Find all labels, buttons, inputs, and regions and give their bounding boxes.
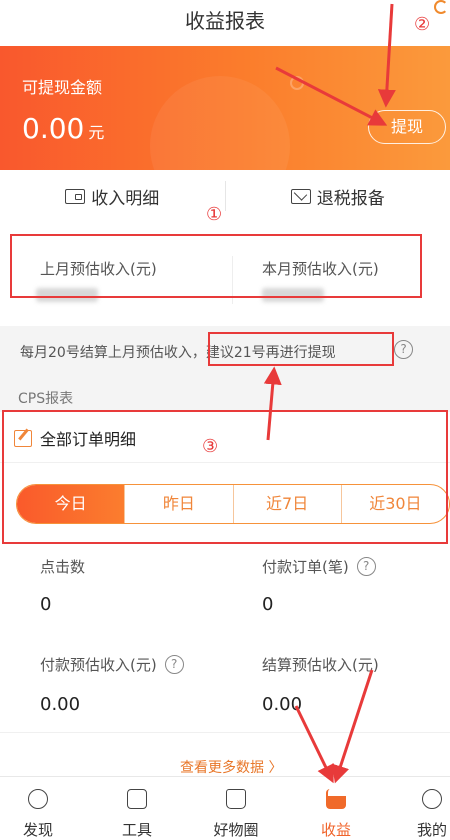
clicks-label: 点击数 [40, 556, 85, 577]
paid-orders-value: 0 [262, 594, 274, 615]
page-title: 收益报表 [185, 9, 265, 33]
profile-icon [422, 789, 442, 809]
withdrawable-amount: 0.00 元 [22, 112, 104, 145]
help-icon[interactable]: ? [164, 655, 184, 674]
clicks-value: 0 [40, 594, 52, 615]
wallet-icon [65, 188, 86, 204]
paid-orders-label: 付款订单(笔)? [262, 556, 376, 577]
income-details-label: 收入明细 [91, 188, 160, 209]
tab-tools-label: 工具 [121, 821, 152, 839]
tab-goods-circle[interactable]: 好物圈 [196, 777, 276, 840]
amount-unit: 元 [88, 123, 105, 142]
annotation-box-estimates [10, 234, 422, 298]
settle-estimate-value: 0.00 [262, 694, 303, 715]
tab-discover[interactable]: 发现 [0, 777, 78, 840]
section-label-cps: CPS报表 [18, 391, 74, 407]
paid-estimate-label-text: 付款预估收入(元) [40, 656, 157, 674]
tab-profile[interactable]: 我的 [392, 777, 450, 840]
income-details-link[interactable]: 收入明细 [0, 184, 225, 209]
withdraw-button[interactable]: 提现 [368, 110, 446, 144]
tab-earnings-label: 收益 [320, 821, 351, 839]
tax-report-link[interactable]: 退税报备 [226, 184, 450, 209]
bag-icon [226, 789, 246, 809]
mail-icon [290, 188, 311, 204]
decor-ring [290, 76, 304, 90]
tab-discover-label: 发现 [22, 821, 53, 839]
paid-estimate-label: 付款预估收入(元)? [40, 654, 184, 675]
annotation-number-3: ③ [202, 436, 219, 457]
help-icon[interactable]: ? [356, 557, 376, 576]
top-bar: 收益报表 [0, 0, 450, 46]
chart-icon [326, 789, 346, 809]
tax-report-label: 退税报备 [316, 188, 385, 209]
annotation-number-2: ② [414, 14, 431, 35]
tab-tools[interactable]: 工具 [97, 777, 177, 840]
discover-icon [28, 789, 48, 809]
more-data-row: 查看更多数据 〉 [0, 732, 450, 776]
bottom-tab-bar: 发现 工具 好物圈 收益 我的 [0, 776, 450, 840]
annotation-box-notice [208, 332, 394, 366]
annotation-number-1: ① [206, 204, 223, 225]
withdrawable-card: 可提现金额 0.00 元 提现 [0, 46, 450, 170]
decor-circle [150, 76, 290, 170]
settle-estimate-label-text: 结算预估收入(元) [262, 656, 379, 674]
quick-links: 收入明细 退税报备 [0, 170, 450, 222]
help-icon[interactable]: ? [394, 340, 413, 359]
amount-value: 0.00 [22, 112, 85, 145]
tab-earnings[interactable]: 收益 [296, 777, 376, 840]
refresh-icon[interactable] [434, 0, 448, 14]
withdrawable-label: 可提现金额 [22, 78, 103, 97]
clicks-label-text: 点击数 [40, 558, 86, 576]
toolbox-icon [127, 789, 147, 809]
paid-orders-label-text: 付款订单(笔) [262, 558, 349, 576]
tab-profile-label: 我的 [416, 821, 447, 839]
more-data-link[interactable]: 查看更多数据 〉 [180, 757, 282, 777]
settle-estimate-label: 结算预估收入(元) [262, 654, 379, 675]
tab-goods-circle-label: 好物圈 [213, 821, 259, 839]
paid-estimate-value: 0.00 [40, 694, 81, 715]
annotation-box-orders [2, 410, 448, 544]
